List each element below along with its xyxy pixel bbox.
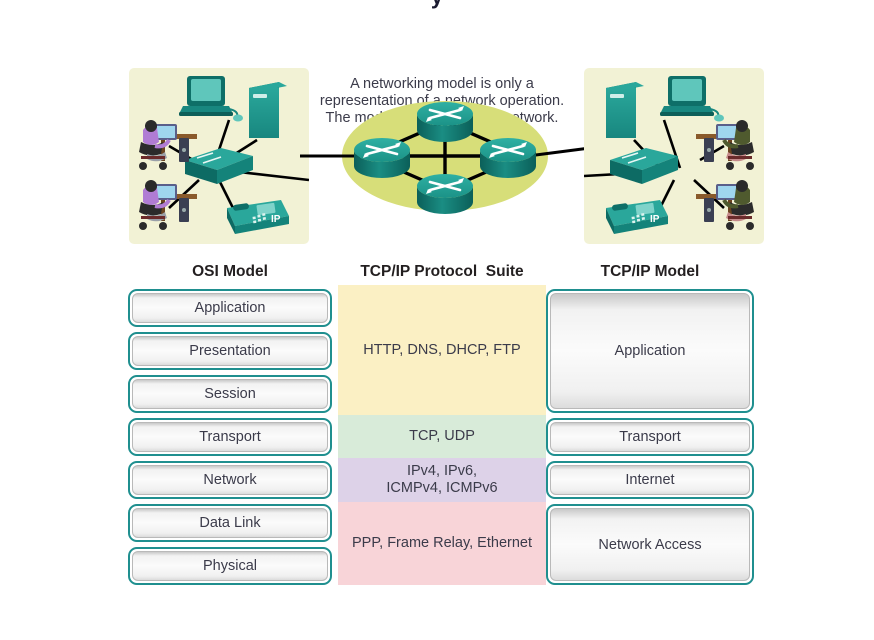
router-icon [480, 138, 536, 178]
right-network-panel: IP [583, 68, 764, 244]
osi-layer-label: Session [204, 386, 256, 402]
osi-layer-transport[interactable]: Transport [128, 418, 332, 456]
osi-layer-inner: Physical [132, 551, 328, 581]
osi-layer-label: Network [203, 472, 257, 488]
tcpip-layer-network-access[interactable]: Network Access [546, 504, 754, 585]
osi-layer-inner: Application [132, 293, 328, 323]
server-icon [249, 82, 287, 138]
osi-layer-data-link[interactable]: Data Link [128, 504, 332, 542]
osi-layer-inner: Presentation [132, 336, 328, 366]
protocol-band-application: HTTP, DNS, DHCP, FTP [338, 285, 546, 415]
desktop-computer-icon [660, 76, 724, 122]
ip-phone-icon: IP [227, 200, 289, 234]
osi-layer-label: Data Link [199, 515, 261, 531]
osi-layer-presentation[interactable]: Presentation [128, 332, 332, 370]
protocol-band-label: PPP, Frame Relay, Ethernet [352, 535, 532, 551]
tcpip-layer-inner: Internet [550, 465, 750, 495]
switch-icon [610, 148, 678, 184]
tcpip-layer-application[interactable]: Application [546, 289, 754, 413]
osi-layer-session[interactable]: Session [128, 375, 332, 413]
osi-layer-inner: Session [132, 379, 328, 409]
protocol-band-label: TCP, UDP [409, 428, 475, 444]
osi-layer-physical[interactable]: Physical [128, 547, 332, 585]
ip-phone-icon: IP [606, 200, 668, 234]
router-icon [417, 102, 473, 142]
server-icon [606, 82, 644, 138]
tcpip-layer-label: Application [614, 343, 686, 359]
svg-text:IP: IP [271, 214, 281, 225]
seated-user-icon [696, 180, 754, 230]
column-header-tcpip: TCP/IP Model [600, 263, 700, 280]
page-title-cropped: y [0, 0, 874, 10]
network-cloud [300, 101, 590, 214]
left-network-panel: IP [129, 68, 310, 244]
osi-layer-label: Presentation [189, 343, 271, 359]
desktop-computer-icon [179, 76, 243, 122]
protocol-band-network-access: PPP, Frame Relay, Ethernet [338, 502, 546, 585]
osi-layer-network[interactable]: Network [128, 461, 332, 499]
protocol-stack-comparison: HTTP, DNS, DHCP, FTP TCP, UDP IPv4, IPv6… [0, 285, 874, 585]
osi-layer-inner: Transport [132, 422, 328, 452]
osi-layer-inner: Data Link [132, 508, 328, 538]
osi-layer-label: Application [194, 300, 266, 316]
tcpip-layer-label: Internet [625, 472, 675, 488]
tcpip-layer-transport[interactable]: Transport [546, 418, 754, 456]
protocol-band-transport: TCP, UDP [338, 415, 546, 458]
osi-layer-label: Physical [203, 558, 257, 574]
tcpip-layer-internet[interactable]: Internet [546, 461, 754, 499]
column-header-suite: TCP/IP Protocol Suite [360, 263, 524, 280]
tcpip-layer-inner: Network Access [550, 508, 750, 581]
right-network-svg: IP [583, 76, 754, 234]
column-header-osi: OSI Model [192, 263, 268, 280]
protocol-band-label: HTTP, DNS, DHCP, FTP [363, 341, 521, 358]
osi-layer-inner: Network [132, 465, 328, 495]
network-illustration: IP A networking model is only a represen… [0, 68, 874, 248]
tcpip-layer-inner: Transport [550, 422, 750, 452]
osi-layer-label: Transport [199, 429, 261, 445]
left-network-svg: IP [139, 76, 310, 234]
switch-icon [185, 148, 253, 184]
osi-layer-application[interactable]: Application [128, 289, 332, 327]
protocol-band-label: IPv4, IPv6, ICMPv4, ICMPv6 [386, 463, 498, 496]
router-icon [417, 174, 473, 214]
tcpip-layer-label: Transport [619, 429, 681, 445]
seated-user-icon [696, 120, 754, 170]
tcpip-layer-inner: Application [550, 293, 750, 409]
router-icon [354, 138, 410, 178]
seated-user-icon [139, 180, 197, 230]
protocol-band-internet: IPv4, IPv6, ICMPv4, ICMPv6 [338, 458, 546, 502]
svg-text:IP: IP [650, 214, 660, 225]
tcpip-layer-label: Network Access [598, 536, 702, 553]
